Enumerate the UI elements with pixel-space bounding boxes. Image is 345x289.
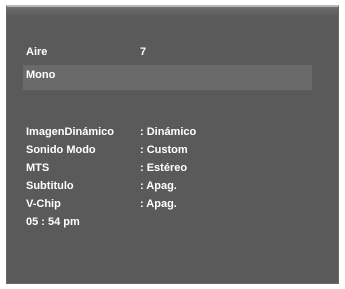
clock-time: 05 : 54 pm: [26, 216, 80, 228]
tv-osd-panel: Aire 7 Mono ImagenDinámico : Dinámico So…: [6, 5, 339, 284]
setting-value: : Estéreo: [140, 162, 188, 174]
setting-label: Subtitulo: [26, 180, 74, 192]
setting-label: ImagenDinámico: [26, 126, 115, 138]
audio-mode-label: Mono: [26, 69, 56, 81]
setting-value: : Apag.: [140, 198, 177, 210]
channel-number: 7: [140, 46, 147, 58]
setting-label: V-Chip: [26, 198, 61, 210]
source-label: Aire: [26, 46, 48, 58]
setting-label: MTS: [26, 162, 50, 174]
audio-mode-highlight: [23, 65, 312, 90]
setting-value: : Custom: [140, 144, 188, 156]
setting-value: : Apag.: [140, 180, 177, 192]
setting-value: : Dinámico: [140, 126, 197, 138]
osd-header-band: [7, 7, 338, 16]
setting-label: Sonido Modo: [26, 144, 96, 156]
